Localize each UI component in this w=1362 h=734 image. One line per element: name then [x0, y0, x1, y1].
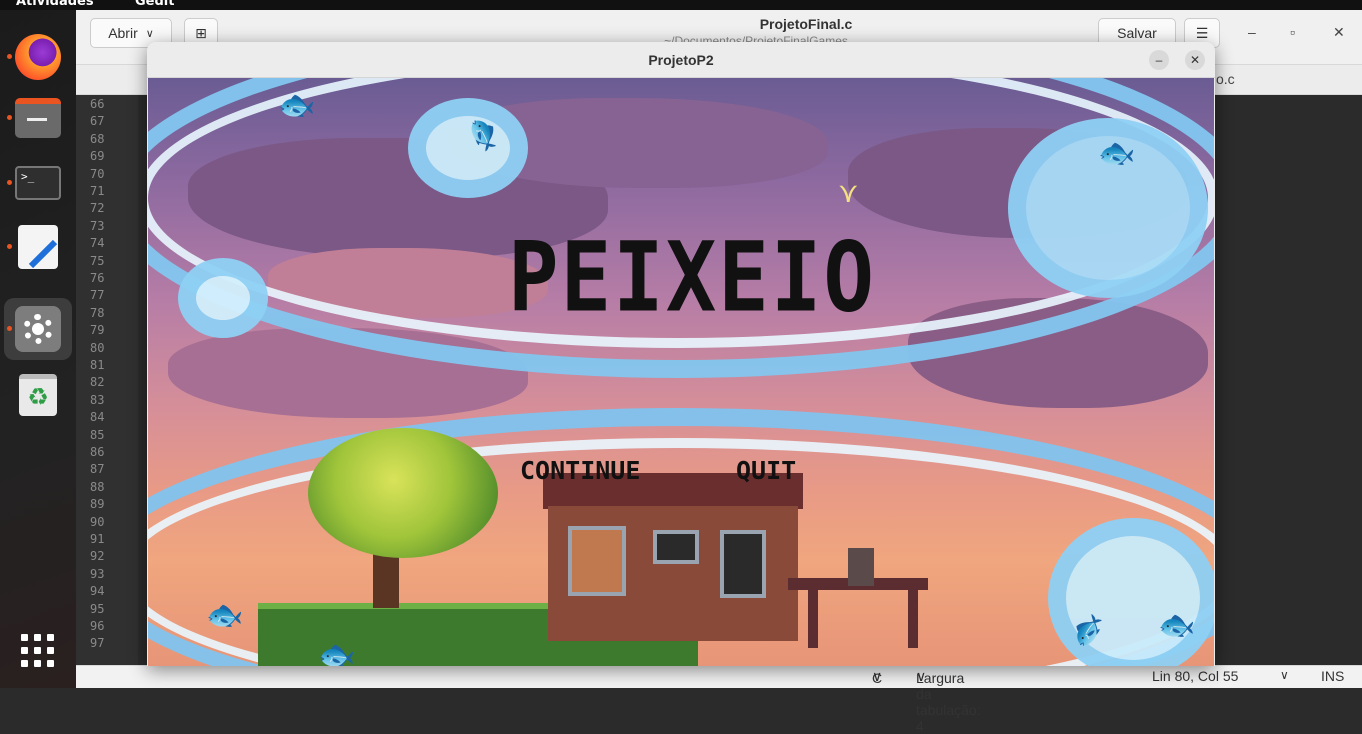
dock-item-settings[interactable] — [4, 298, 72, 360]
fish-icon: 🐟 — [1098, 137, 1136, 170]
house-door — [568, 526, 626, 596]
activities-button[interactable]: Atividades — [16, 0, 94, 9]
chevron-down-icon[interactable]: ∨ — [1280, 668, 1289, 682]
line-number: 89 — [90, 497, 105, 512]
line-number: 67 — [90, 114, 105, 129]
close-button[interactable]: ✕ — [1185, 50, 1205, 70]
water-splash — [408, 98, 528, 198]
line-number: 66 — [90, 97, 105, 111]
continue-button[interactable]: CONTINUE — [520, 456, 640, 485]
line-number: 74 — [90, 236, 105, 251]
line-number: 86 — [90, 445, 105, 459]
cursor-position[interactable]: Lin 80, Col 55 — [1152, 668, 1238, 684]
line-number: 71 — [90, 184, 105, 198]
line-number: 95 — [90, 601, 105, 616]
line-number: 90 — [90, 514, 105, 529]
minimize-icon: – — [1155, 53, 1163, 67]
dock-item-text-editor[interactable] — [4, 216, 72, 278]
insert-mode: INS — [1321, 668, 1345, 684]
line-number: 91 — [90, 532, 105, 546]
line-number: 69 — [90, 149, 105, 164]
fisherman — [848, 548, 874, 586]
line-number: 76 — [90, 271, 105, 285]
fish-icon: 🐟 — [318, 639, 356, 666]
minimize-icon[interactable]: – — [1248, 24, 1256, 40]
line-number: 84 — [90, 410, 105, 425]
firefox-icon — [15, 34, 61, 80]
dock: >_ ♻ — [0, 10, 76, 688]
bird-icon: ⋎ — [838, 177, 859, 208]
maximize-icon[interactable]: ▫ — [1290, 24, 1295, 40]
close-icon[interactable]: ✕ — [1333, 24, 1345, 41]
minimize-button[interactable]: – — [1149, 50, 1169, 70]
open-button-label: Abrir — [108, 25, 138, 41]
line-number: 79 — [90, 323, 105, 338]
gear-icon — [23, 314, 53, 344]
fish-icon: 🐟 — [278, 89, 316, 122]
house-window — [720, 530, 766, 598]
fish-icon: 🐟 — [206, 599, 244, 632]
line-number: 83 — [90, 392, 105, 407]
running-indicator — [7, 326, 12, 331]
game-window-title: ProjetoP2 — [648, 52, 714, 68]
line-number: 94 — [90, 584, 105, 599]
tree — [308, 428, 498, 558]
line-number: 70 — [90, 166, 105, 181]
line-number: 81 — [90, 358, 105, 372]
top-bar: Atividades Gedit — [0, 0, 1362, 10]
fish-icon: 🐟 — [1158, 609, 1196, 642]
pier-post — [908, 588, 918, 648]
line-number: 77 — [90, 288, 105, 303]
new-tab-icon: ⊞ — [195, 24, 207, 41]
line-number: 75 — [90, 253, 105, 268]
game-window: ProjetoP2 – ✕ 🐟 🐟 🐟 🐟 🐟 🐟 🐟 ⋎ PEIXEIO CO… — [147, 42, 1215, 666]
pier-post — [808, 588, 818, 648]
editor-title: ProjetoFinal.c — [759, 16, 853, 32]
line-number: 80 — [90, 340, 105, 355]
trash-icon: ♻ — [19, 374, 57, 416]
dock-item-files[interactable] — [4, 87, 72, 149]
language-selector[interactable]: C ∨ — [872, 668, 883, 686]
running-indicator — [7, 180, 12, 185]
line-number: 93 — [90, 566, 105, 581]
editor-status-bar: C ∨ Largura da tabulação: 4 ∨ Lin 80, Co… — [76, 665, 1362, 734]
terminal-icon: >_ — [15, 166, 61, 200]
dock-item-terminal[interactable]: >_ — [4, 152, 72, 214]
menu-icon: ☰ — [1195, 24, 1209, 41]
line-number: 97 — [90, 636, 105, 651]
files-icon — [15, 98, 61, 138]
tab-label[interactable]: o.c — [1216, 71, 1235, 87]
game-canvas[interactable]: 🐟 🐟 🐟 🐟 🐟 🐟 🐟 ⋎ PEIXEIO CONTINUE QUIT — [148, 78, 1214, 666]
language-label: C — [872, 670, 883, 686]
line-number: 85 — [90, 427, 105, 442]
running-indicator — [7, 244, 12, 249]
app-menu[interactable]: Gedit — [135, 0, 174, 9]
line-number: 68 — [90, 131, 105, 146]
game-title: PEIXEIO — [508, 220, 877, 334]
quit-button[interactable]: QUIT — [736, 456, 796, 485]
settings-icon — [15, 306, 61, 352]
running-indicator — [7, 115, 12, 120]
tab-width-selector[interactable]: Largura da tabulação: 4 ∨ — [916, 668, 981, 734]
chevron-down-icon: ∨ — [145, 27, 154, 40]
tab-width-label: Largura da tabulação: 4 — [916, 670, 981, 734]
line-number: 96 — [90, 619, 105, 633]
line-number: 82 — [90, 375, 105, 390]
line-number: 72 — [90, 201, 105, 216]
running-indicator — [7, 54, 12, 59]
line-number: 87 — [90, 462, 105, 477]
close-icon: ✕ — [1189, 53, 1201, 67]
text-editor-icon — [18, 225, 58, 269]
line-number: 73 — [90, 218, 105, 233]
show-apps-icon[interactable] — [21, 634, 55, 668]
dock-item-trash[interactable]: ♻ — [4, 364, 72, 426]
dock-item-firefox[interactable] — [4, 26, 72, 88]
water-splash — [178, 258, 268, 338]
line-number: 78 — [90, 305, 105, 320]
line-number: 88 — [90, 479, 105, 494]
house-window — [653, 530, 699, 564]
game-titlebar: ProjetoP2 – ✕ — [147, 42, 1215, 78]
line-number: 92 — [90, 549, 105, 564]
line-number-gutter: 66 67 68 69 70 71 72 73 74 75 76 77 78 79 80 81 82 83 84 85… — [76, 95, 138, 665]
